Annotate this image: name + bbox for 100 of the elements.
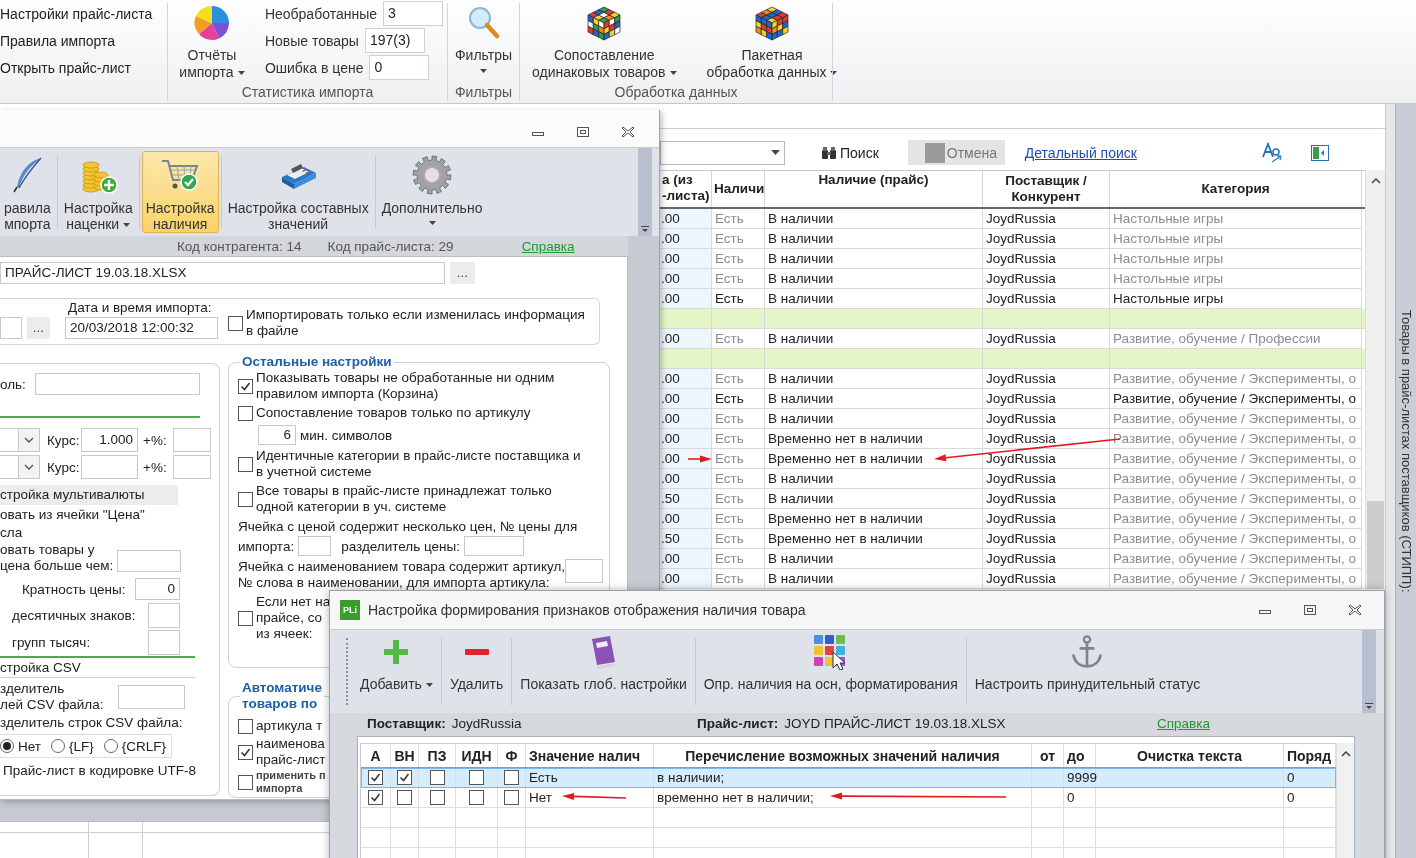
radio-button[interactable] — [51, 739, 65, 753]
percent-field[interactable] — [173, 428, 211, 452]
column-header[interactable]: ИДН — [456, 744, 498, 767]
date-field[interactable]: 20/03/2018 12:00:32 — [65, 317, 218, 339]
checkbox[interactable] — [238, 378, 253, 394]
checkbox[interactable] — [238, 491, 253, 507]
toolbar-button[interactable]: равила мпорта — [0, 151, 55, 233]
column-header[interactable]: Поставщик / Конкурент — [983, 171, 1110, 207]
radio-label[interactable]: {LF} — [69, 738, 94, 754]
ribbon-link[interactable]: Открыть прайс-лист — [0, 59, 131, 86]
overflow-icon[interactable] — [640, 225, 650, 233]
checkbox[interactable] — [429, 790, 445, 805]
side-tab[interactable]: Товары в прайс-листах поставщиков (СТИПП): — [1395, 104, 1416, 858]
scrollbar[interactable] — [1336, 743, 1354, 858]
checkbox[interactable] — [238, 610, 253, 626]
panel-icon[interactable] — [1310, 144, 1329, 161]
checkbox[interactable] — [504, 770, 519, 785]
text-field[interactable] — [298, 536, 332, 556]
dropdown-field[interactable] — [660, 140, 785, 165]
browse-button[interactable]: ... — [450, 262, 475, 284]
checkbox[interactable] — [228, 315, 243, 331]
text-field[interactable] — [148, 603, 180, 628]
toolbar-button[interactable]: Удалить — [443, 630, 510, 713]
radio-label[interactable]: Нет — [18, 738, 41, 754]
checkbox[interactable] — [238, 405, 253, 421]
table-cell: Есть — [712, 529, 765, 549]
toolbar-button[interactable]: Дополнительно — [377, 151, 487, 233]
search-button[interactable]: Поиск — [815, 140, 885, 165]
toolbar-button[interactable]: Опр. наличия на осн, форматирования — [697, 630, 964, 713]
column-header[interactable]: до — [1064, 744, 1096, 767]
scroll-up-icon[interactable] — [1370, 178, 1381, 184]
close-icon[interactable] — [1348, 604, 1362, 616]
checkbox[interactable] — [368, 790, 383, 805]
ribbon-link[interactable]: Настройки прайс-листа — [0, 5, 153, 32]
table-row[interactable]: Есть в наличии; 9999 0 — [361, 768, 1336, 788]
ribbon-button[interactable]: Пакетная обработка данных — [706, 0, 838, 81]
checkbox[interactable] — [238, 718, 253, 734]
checkbox[interactable] — [238, 744, 253, 760]
column-header[interactable]: Наличи — [712, 171, 765, 207]
toolbar-button[interactable]: Настройка составных значений — [223, 151, 373, 233]
checkbox[interactable] — [238, 456, 253, 472]
column-header[interactable]: Перечисление возможных значений наличия — [654, 744, 1032, 767]
checkbox[interactable] — [469, 790, 484, 805]
rate-field[interactable]: 1.000 — [81, 428, 138, 452]
checkbox[interactable] — [429, 770, 445, 785]
maximize-icon[interactable] — [1303, 604, 1317, 616]
checkbox[interactable] — [469, 770, 484, 785]
maximize-icon[interactable] — [576, 126, 590, 138]
text-field[interactable] — [118, 685, 185, 709]
radio-button[interactable] — [0, 739, 14, 753]
file-field[interactable]: ПРАЙС-ЛИСТ 19.03.18.XLSX — [0, 262, 445, 284]
toolbar-button[interactable]: Показать глоб. настройки — [514, 630, 693, 713]
checkbox[interactable] — [504, 790, 519, 805]
scroll-thumb[interactable] — [1367, 501, 1384, 589]
radio-label[interactable]: {CRLF} — [121, 738, 167, 754]
section-header[interactable]: стройка CSV — [0, 660, 195, 678]
checkbox[interactable] — [368, 770, 383, 785]
text-field[interactable] — [148, 630, 180, 655]
checkbox[interactable] — [238, 774, 253, 790]
checkbox[interactable] — [397, 790, 412, 805]
column-header[interactable]: Значение налич — [526, 744, 654, 767]
scrollbar[interactable] — [1365, 170, 1385, 589]
text-field[interactable] — [0, 317, 22, 339]
radio-button[interactable] — [103, 739, 118, 753]
font-icon[interactable] — [1260, 141, 1283, 164]
advanced-search-link[interactable]: Детальный поиск — [1024, 144, 1137, 161]
toolbar-button[interactable]: Настроить принудительный статус — [968, 630, 1207, 713]
column-header[interactable]: Очистка текста — [1096, 744, 1284, 767]
column-header[interactable]: ПЗ — [419, 744, 456, 767]
close-icon[interactable] — [621, 126, 635, 138]
browse-button[interactable]: ... — [27, 317, 50, 339]
ribbon-button[interactable]: Сопоставление одинаковых товаров — [532, 0, 677, 81]
dropdown-field[interactable] — [0, 428, 40, 452]
dropdown-field[interactable] — [0, 455, 40, 479]
toolbar-button[interactable]: Настройка наценки — [59, 151, 137, 233]
setting-label: Курс: — [46, 459, 81, 475]
ribbon-link[interactable]: Правила импорта — [0, 32, 116, 59]
filters-button[interactable]: Фильтры — [454, 0, 513, 81]
column-header[interactable]: ВН — [391, 744, 419, 767]
rate-field[interactable] — [81, 455, 138, 479]
price-field[interactable] — [117, 550, 182, 572]
password-field[interactable] — [35, 373, 200, 395]
column-header[interactable]: Ф — [498, 744, 526, 767]
column-header[interactable]: от — [1032, 744, 1064, 767]
scroll-up-icon[interactable] — [1340, 751, 1351, 757]
number-field[interactable]: 6 — [258, 425, 296, 445]
number-field[interactable]: 0 — [135, 578, 180, 600]
reports-button[interactable]: Отчёты импорта — [174, 0, 250, 81]
column-header[interactable]: Категория — [1110, 171, 1362, 207]
overflow-icon[interactable] — [1364, 702, 1374, 710]
column-header[interactable]: А — [361, 744, 391, 767]
table-row[interactable]: Нет временно нет в наличии; 0 0 — [361, 788, 1336, 808]
toolbar-button[interactable]: Добавить — [354, 630, 439, 713]
section-header[interactable]: стройка мультивалюты — [0, 485, 178, 505]
checkbox[interactable] — [397, 770, 412, 785]
text-field[interactable] — [565, 559, 603, 583]
toolbar-button[interactable]: Настройка наличия — [141, 151, 219, 233]
percent-field[interactable] — [173, 455, 211, 479]
column-header[interactable]: Наличие (прайс) — [765, 171, 983, 207]
text-field[interactable] — [464, 536, 525, 556]
